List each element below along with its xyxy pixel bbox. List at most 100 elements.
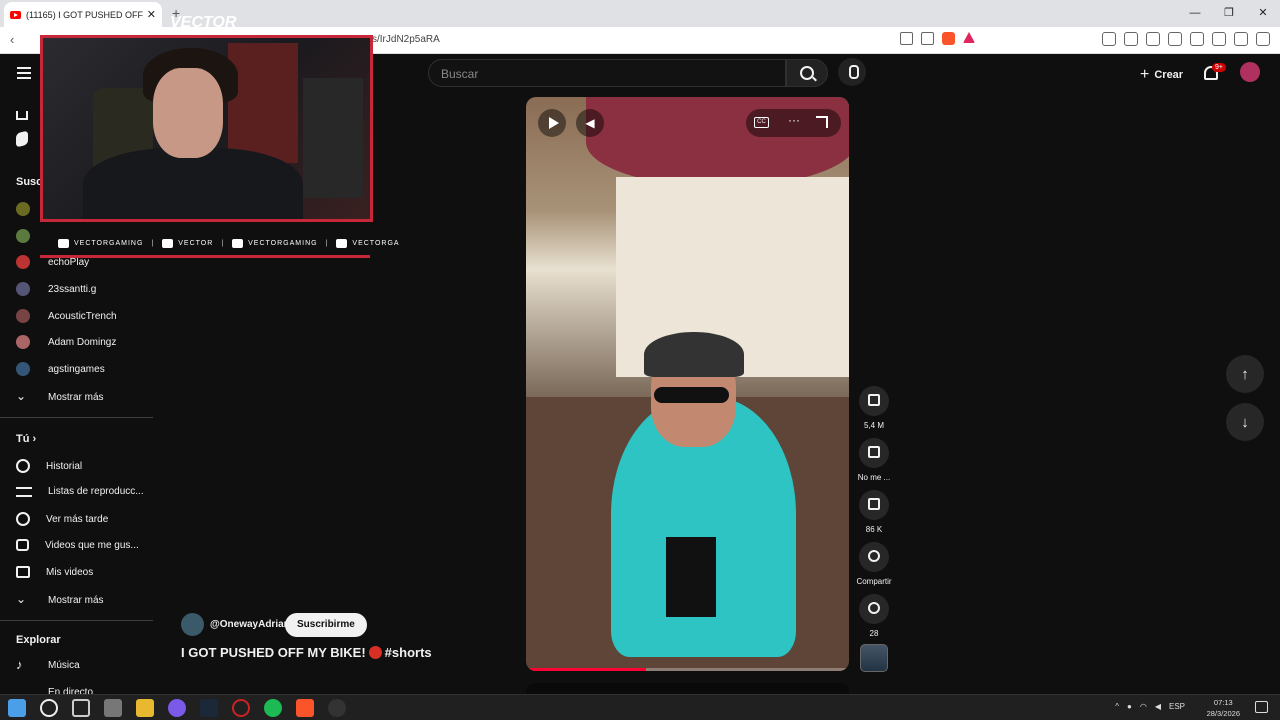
arcade-machine — [228, 43, 298, 163]
menu-icon[interactable] — [1256, 32, 1270, 46]
sidebar-channel-1[interactable]: 23ssantti.g — [16, 282, 96, 296]
sound-thumbnail[interactable] — [860, 644, 888, 672]
channel-avatar[interactable] — [181, 613, 204, 636]
comment-count: 86 K — [865, 525, 883, 534]
language-indicator[interactable]: ESP — [1169, 702, 1185, 711]
show-more-subscriptions[interactable]: ⌄ Mostrar más — [16, 389, 104, 405]
video-progress-bar[interactable] — [526, 668, 849, 671]
voice-search-icon[interactable] — [838, 58, 866, 86]
sidebar-item-liked[interactable]: Videos que me gus... — [16, 539, 139, 551]
reading-list-icon[interactable] — [1124, 32, 1138, 46]
search-button[interactable] — [786, 59, 828, 87]
sidebar-channel-2[interactable]: AcousticTrench — [16, 309, 117, 323]
browser-tab[interactable]: (11165) I GOT PUSHED OFF MY ✕ — [4, 2, 162, 27]
you-heading[interactable]: Tú › — [16, 433, 36, 445]
share-button[interactable] — [859, 542, 889, 572]
play-button[interactable] — [538, 109, 566, 137]
extensions-icon[interactable] — [1102, 32, 1116, 46]
sidebar-item-my-videos[interactable]: Mis videos — [16, 566, 93, 578]
vpn-icon[interactable] — [1234, 32, 1248, 46]
clock[interactable]: 07:13 28/3/2026 — [1207, 697, 1240, 719]
divider — [0, 417, 153, 418]
sidebar-channel-4[interactable]: agstingames — [16, 362, 105, 376]
fullscreen-icon[interactable] — [816, 116, 828, 128]
social-youtube: VECTORGAMING — [58, 239, 143, 248]
hashtag-link[interactable]: #shorts — [385, 645, 432, 660]
close-tab-icon[interactable]: ✕ — [147, 8, 156, 21]
webcam-overlay — [40, 35, 373, 222]
social-label: VECTORGAMING — [74, 240, 144, 247]
leo-ai-icon[interactable] — [1212, 32, 1226, 46]
hamburger-menu-icon[interactable] — [17, 67, 31, 82]
search-input[interactable]: Buscar — [428, 59, 786, 87]
chevron-down-icon: ⌄ — [16, 592, 27, 606]
url-text[interactable]: s/IrJdN2p5aRA — [372, 34, 440, 45]
comments-button[interactable] — [859, 490, 889, 520]
show-more-you[interactable]: ⌄ Mostrar más — [16, 592, 104, 608]
chevron-up-icon[interactable]: ^ — [1115, 702, 1119, 711]
thumbs-down-icon — [868, 446, 880, 458]
streamer-face — [153, 68, 223, 158]
opera-icon[interactable] — [232, 699, 250, 717]
volume-icon[interactable]: ◀ — [1155, 702, 1161, 711]
sidebar-item-playlists[interactable]: Listas de reproducc... — [16, 486, 144, 497]
shorts-video-player[interactable]: ◀ CC ··· — [526, 97, 849, 671]
sidebar-item-label: Historial — [46, 460, 83, 472]
file-explorer-icon[interactable] — [136, 699, 154, 717]
back-icon[interactable]: ‹ — [10, 32, 14, 47]
channel-name: AcousticTrench — [48, 310, 117, 322]
wifi-icon[interactable]: ◠ — [1140, 702, 1147, 711]
close-window-button[interactable]: ✕ — [1246, 0, 1280, 27]
url-actions — [900, 32, 975, 45]
youtube-icon — [58, 239, 69, 248]
tab-title: (11165) I GOT PUSHED OFF MY — [26, 9, 143, 20]
sidebar-item-music[interactable]: ♪ Música — [16, 657, 80, 673]
spotify-icon[interactable] — [264, 699, 282, 717]
notification-center-icon[interactable] — [1255, 701, 1268, 713]
cast-icon[interactable] — [900, 32, 913, 45]
subscriptions-heading[interactable]: Susc — [16, 176, 42, 188]
create-button[interactable]: + Crear — [1140, 66, 1183, 84]
minimize-button[interactable]: — — [1178, 0, 1212, 27]
sidebar-item-label: Listas de reproducc... — [48, 486, 144, 497]
app-icon[interactable] — [104, 699, 122, 717]
dislike-button[interactable] — [859, 438, 889, 468]
thumbs-up-icon — [868, 394, 880, 406]
brave-shields-icon[interactable] — [942, 32, 955, 45]
discord-icon[interactable] — [168, 699, 186, 717]
like-button[interactable] — [859, 386, 889, 416]
wallet-icon[interactable] — [1190, 32, 1204, 46]
subscribe-button[interactable]: Suscribirme — [285, 613, 367, 637]
volume-icon[interactable]: ◀ — [576, 109, 604, 137]
account-avatar[interactable] — [1240, 62, 1260, 82]
previous-short-button[interactable]: ↑ — [1226, 355, 1264, 393]
captions-icon[interactable]: CC — [754, 117, 769, 128]
task-view-icon[interactable] — [72, 699, 90, 717]
window-controls: — ❐ ✕ — [1178, 0, 1280, 27]
sidebar-item-history[interactable]: Historial — [16, 459, 82, 473]
obs-icon[interactable] — [328, 699, 346, 717]
playlists-icon — [16, 486, 32, 497]
remix-button[interactable] — [859, 594, 889, 624]
notification-badge: 9+ — [1212, 63, 1226, 72]
mic-icon[interactable]: ● — [1127, 702, 1132, 711]
windows-start-icon[interactable] — [8, 699, 26, 717]
steam-icon[interactable] — [200, 699, 218, 717]
sidebar-channel-3[interactable]: Adam Domingz — [16, 335, 116, 349]
separator: | — [325, 240, 329, 247]
search-icon[interactable] — [40, 699, 58, 717]
brave-rewards-icon[interactable] — [963, 32, 975, 43]
next-short-button[interactable]: ↓ — [1226, 403, 1264, 441]
channel-handle[interactable]: @OnewayAdrian — [210, 619, 290, 630]
social-label: VECTOR — [178, 240, 214, 247]
more-options-icon[interactable]: ··· — [788, 113, 800, 127]
brave-browser-icon[interactable] — [296, 699, 314, 717]
sidebar-item-watch-later[interactable]: Ver más tarde — [16, 512, 108, 526]
video-title: I GOT PUSHED OFF MY BIKE! #shorts — [181, 645, 432, 660]
system-tray: ^ ● ◠ ◀ ESP — [1115, 702, 1185, 711]
music-note-icon: ♪ — [16, 657, 23, 672]
sidebar-icon[interactable] — [1168, 32, 1182, 46]
media-icon[interactable] — [1146, 32, 1160, 46]
share-icon[interactable] — [921, 32, 934, 45]
restore-button[interactable]: ❐ — [1212, 0, 1246, 27]
